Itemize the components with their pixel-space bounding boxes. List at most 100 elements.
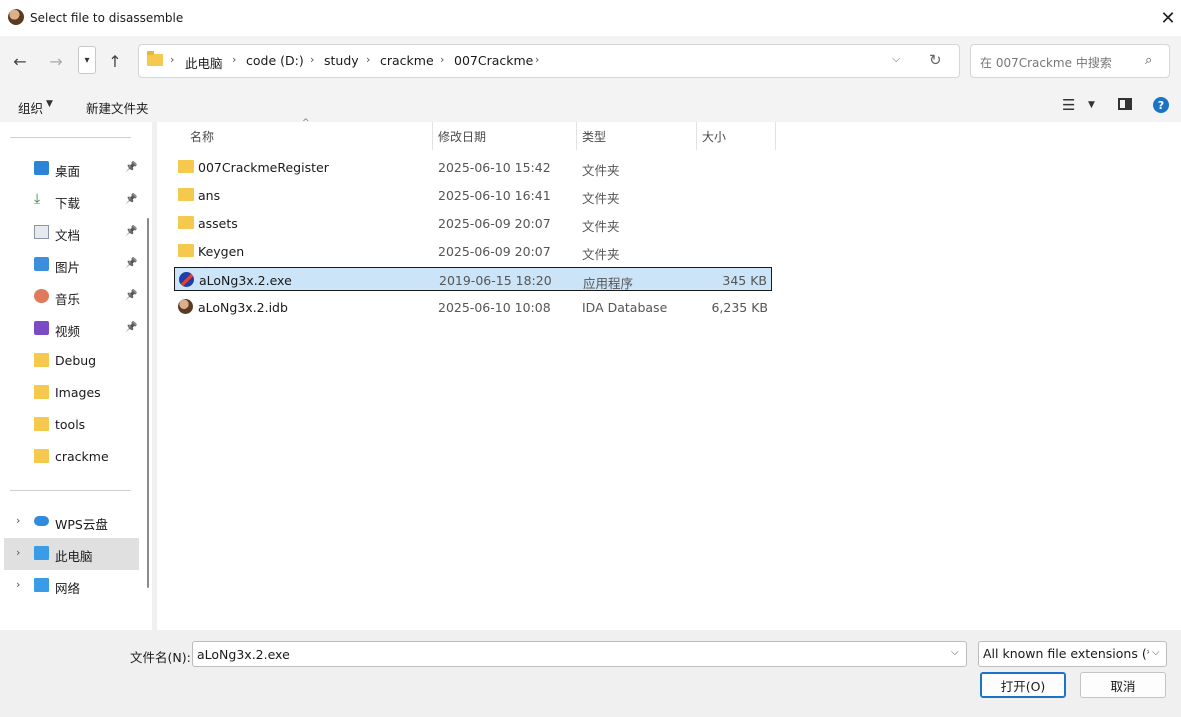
sidebar-item-下载[interactable]: ⤓ 下载 📌 [0,185,140,217]
file-row[interactable]: aLoNg3x.2.idb 2025-06-10 10:08 IDA Databas… [174,295,772,319]
organize-button[interactable]: 组织 [18,98,43,117]
sidebar-item-文档[interactable]: 文档 📌 [0,217,140,249]
window-title: Select file to disassemble [30,11,184,25]
sidebar-item-tools[interactable]: tools [0,409,140,441]
desktop-icon [34,161,49,175]
sort-ascending-icon: ^ [302,118,310,128]
file-name: Keygen [198,244,245,259]
open-button[interactable]: 打开(O) [980,672,1066,698]
folder-icon [178,216,194,229]
ida-database-icon [178,299,193,314]
sidebar-tree-item-computer[interactable]: › 此电脑 [4,538,139,570]
list-view-icon: ☰ [1062,96,1076,114]
file-type: 文件夹 [582,191,620,206]
file-row[interactable]: assets 2025-06-09 20:07 文件夹 [174,211,772,235]
back-button[interactable]: ← [7,48,33,74]
breadcrumb-code-drive[interactable]: code (D:) [246,53,304,68]
new-folder-button[interactable]: 新建文件夹 [86,98,149,117]
preview-pane-button[interactable] [1118,98,1132,110]
file-type: 文件夹 [582,163,620,178]
sidebar-scrollbar[interactable] [147,218,149,588]
refresh-button[interactable]: ↻ [929,51,942,69]
help-button[interactable]: ? [1153,97,1169,113]
column-header-name[interactable]: 名称 [190,128,214,145]
chevron-right-icon[interactable]: › [16,514,20,527]
file-name: assets [198,216,238,231]
sidebar-item-label: crackme [55,449,109,464]
sidebar-item-视频[interactable]: 视频 📌 [0,313,140,345]
pin-icon[interactable]: 📌 [125,162,137,173]
search-icon[interactable]: ⌕ [1145,53,1152,68]
column-divider[interactable] [432,122,433,150]
video-icon [34,321,49,335]
file-modified: 2025-06-10 15:42 [438,160,551,175]
document-icon [34,225,49,239]
pin-icon[interactable]: 📌 [125,258,137,269]
ida-app-icon [8,9,24,25]
folder-icon [34,417,49,431]
column-divider[interactable] [576,122,577,150]
pin-icon[interactable]: 📌 [125,194,137,205]
breadcrumb-separator: › [310,53,315,66]
pin-icon[interactable]: 📌 [125,226,137,237]
close-icon: ✕ [1160,7,1176,29]
column-divider[interactable] [696,122,697,150]
forward-button[interactable]: → [43,48,69,74]
sidebar-item-label: 音乐 [55,292,81,307]
recent-locations-button[interactable]: ▾ [78,46,96,74]
sidebar-item-label: Debug [55,353,97,368]
file-type: IDA Database [582,300,668,315]
breadcrumb-study[interactable]: study [324,53,359,68]
sidebar-item-label: 文档 [55,228,81,243]
column-divider[interactable] [775,122,776,150]
caret-down-icon[interactable]: ▼ [1088,100,1095,110]
file-name: aLoNg3x.2.exe [199,273,292,288]
pin-icon[interactable]: 📌 [125,322,137,333]
sidebar-item-label: 桌面 [55,164,81,179]
refresh-icon: ↻ [929,51,942,69]
column-header-size[interactable]: 大小 [702,128,726,145]
close-button[interactable]: ✕ [1156,6,1180,30]
pin-icon[interactable]: 📌 [125,290,137,301]
view-options-button[interactable]: ☰ [1062,96,1075,114]
breadcrumb-007crackme[interactable]: 007Crackme [454,53,533,68]
divider [10,137,131,138]
up-button[interactable]: ↑ [102,48,128,74]
cancel-button[interactable]: 取消 [1080,672,1166,698]
breadcrumb-separator: › [366,53,371,66]
sidebar-item-images[interactable]: Images [0,377,140,409]
computer-icon [34,546,49,560]
filename-label: 文件名(N): [130,650,191,665]
filename-input[interactable] [192,641,967,667]
sidebar-item-图片[interactable]: 图片 📌 [0,249,140,281]
file-modified: 2025-06-10 16:41 [438,188,551,203]
chevron-right-icon[interactable]: › [16,546,20,559]
sidebar-item-桌面[interactable]: 桌面 📌 [0,153,140,185]
sidebar-tree-item-network[interactable]: › 网络 [4,570,139,602]
chevron-down-icon[interactable]: ⌵ [1152,647,1160,658]
sidebar-tree-item-cloud[interactable]: › WPS云盘 [4,506,139,538]
sidebar-item-音乐[interactable]: 音乐 📌 [0,281,140,313]
file-type: 文件夹 [582,247,620,262]
folder-icon [178,160,194,173]
breadcrumb-separator: › [232,53,237,66]
column-header-modified[interactable]: 修改日期 [438,128,486,145]
music-icon [34,289,49,303]
breadcrumb-separator: › [535,53,540,66]
sidebar-item-debug[interactable]: Debug [0,345,140,377]
file-row[interactable]: aLoNg3x.2.exe 2019-06-15 18:20 应用程序 345 KB [174,267,772,291]
column-header-type[interactable]: 类型 [582,128,606,145]
file-row[interactable]: ans 2025-06-10 16:41 文件夹 [174,183,772,207]
folder-icon [34,353,49,367]
file-row[interactable]: Keygen 2025-06-09 20:07 文件夹 [174,239,772,263]
sidebar-item-crackme[interactable]: crackme [0,441,140,473]
folder-icon [147,51,163,66]
chevron-down-icon[interactable]: ⌵ [951,647,959,658]
folder-icon [178,188,194,201]
file-row[interactable]: 007CrackmeRegister 2025-06-10 15:42 文件夹 [174,155,772,179]
breadcrumb-this-pc[interactable]: 此电脑 [185,53,223,72]
chevron-right-icon[interactable]: › [16,578,20,591]
breadcrumb-crackme[interactable]: crackme [380,53,434,68]
address-history-button[interactable]: ⌵ [892,52,900,66]
breadcrumb-separator: › [440,53,445,66]
